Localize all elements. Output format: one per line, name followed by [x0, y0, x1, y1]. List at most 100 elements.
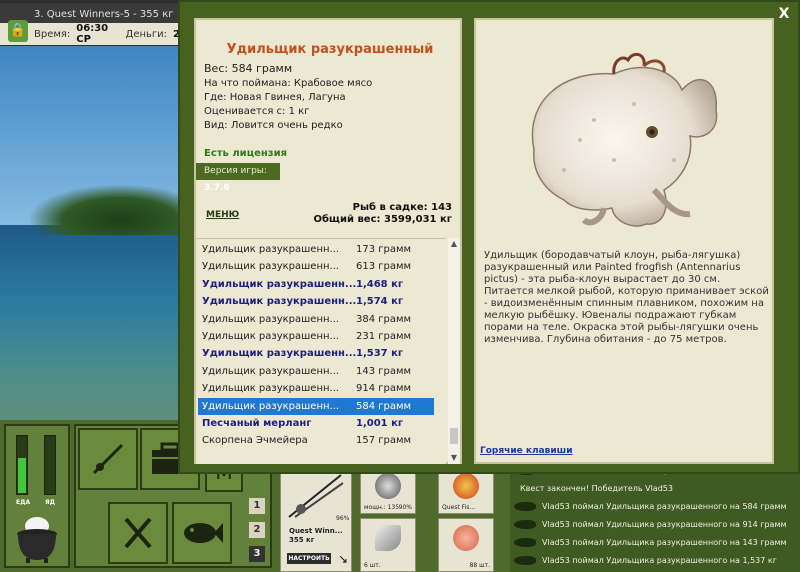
catch-name: Удильщик разукрашенн...: [202, 331, 340, 342]
catch-name: Удильщик разукрашенн...: [202, 365, 340, 377]
catch-row[interactable]: Удильщик разукрашенн... 1,574 кг: [198, 293, 434, 310]
log-entry: Vlad53 поймал Удильщика разукрашенного н…: [514, 534, 796, 551]
fish-icon: [184, 523, 223, 543]
hook-icon: [375, 525, 401, 551]
game-version: Версия игры: 3.7.6: [196, 163, 280, 193]
catch-weight: 613 грамм: [356, 261, 412, 273]
hook-count: 6 шт.: [364, 562, 381, 569]
catch-row[interactable]: Удильщик разукрашенн... 1,468 кг: [198, 276, 434, 293]
keepnet-stats: Рыб в садке: 143 Общий вес: 3599,031 кг: [313, 202, 452, 226]
catch-row[interactable]: Скорпена Эчмейера 157 грамм: [198, 432, 434, 449]
catch-weight: 231 грамм: [356, 331, 412, 342]
fish-icon: [514, 538, 536, 547]
tackle-weight: 355 кг: [289, 536, 315, 544]
fishing-rod-button[interactable]: [78, 428, 138, 490]
catch-name: Скорпена Эчмейера: [202, 435, 308, 447]
cauldron-icon[interactable]: [14, 512, 60, 564]
kitchen-button[interactable]: [108, 502, 168, 564]
catch-row[interactable]: Удильщик разукрашенн... 584 грамм: [198, 397, 434, 415]
log-text: Квест закончен! Победитель Vlad53: [520, 484, 673, 493]
tackle-percent: 96%: [336, 515, 350, 522]
catch-row[interactable]: Удильщик разукрашенн... 1,537 кг: [198, 345, 434, 362]
catch-row[interactable]: Удильщик разукрашенн... 173 грамм: [198, 241, 434, 258]
valued-from: Оценивается с: 1 кг: [204, 106, 310, 117]
log-entry: Vlad53 поймал Удильщика разукрашенного н…: [514, 516, 796, 533]
log-entry: Vlad53 поймал Удильщика разукрашенного н…: [514, 552, 796, 569]
fish-details-panel: Удильщик разукрашенный Вес: 584 грамм На…: [194, 18, 462, 464]
hotbar-slot-3[interactable]: 3: [249, 546, 265, 562]
catch-row[interactable]: Песчаный мерланг 1,001 кг: [198, 415, 434, 432]
close-button[interactable]: X: [776, 6, 792, 22]
rod-reel-icon: [288, 474, 344, 518]
tackle-name: Quest Winn...: [289, 527, 343, 535]
fish-name: Удильщик разукрашенный: [226, 42, 434, 57]
catch-name: Удильщик разукрашенн...: [202, 400, 340, 412]
scroll-thumb[interactable]: [450, 428, 458, 444]
catch-list: Удильщик разукрашенн... 173 грамм Удильщик…: [196, 238, 446, 464]
catch-row[interactable]: Удильщик разукрашенн... 231 грамм: [198, 328, 434, 345]
event-log: Vlad53 поймал Песчаного мерланга на 1,00…: [510, 458, 800, 572]
hook-slot[interactable]: 6 шт.: [360, 518, 416, 572]
time-value: 06:30 СР: [76, 23, 109, 45]
bait-slot[interactable]: 88 шт.: [438, 518, 494, 572]
hotbar-slot-2[interactable]: 2: [249, 522, 265, 538]
fork-knife-icon: [124, 517, 152, 549]
crab-meat-icon: [453, 525, 479, 551]
log-text: Vlad53 поймал Удильщика разукрашенного н…: [542, 520, 787, 529]
catch-weight: 1,537 кг: [356, 348, 404, 360]
log-text: Vlad53 поймал Удильщика разукрашенного н…: [542, 502, 787, 511]
line-spool-icon: [453, 473, 479, 499]
catch-name: Песчаный мерланг: [202, 418, 312, 429]
fish-catalog-button[interactable]: [172, 502, 232, 564]
hotkeys-link[interactable]: Горячие клавиши: [480, 446, 573, 456]
fish-kind: Вид: Ловится очень редко: [204, 120, 343, 131]
catch-weight: 384 грамм: [356, 313, 412, 325]
catch-name: Удильщик разукрашенн...: [202, 313, 340, 325]
poison-label: ЯД: [45, 499, 55, 506]
lock-icon[interactable]: 🔒: [8, 20, 28, 42]
fish-info-dialog: X Удильщик разукрашенный Вес: 584 грамм …: [178, 0, 800, 474]
scroll-up-icon[interactable]: ▲: [448, 238, 460, 250]
license-status: Есть лицензия: [204, 148, 288, 159]
money-label: Деньги:: [125, 28, 168, 40]
version-value: 3.7.6: [204, 183, 230, 193]
catch-weight: 173 грамм: [356, 244, 412, 255]
catch-weight: 143 грамм: [356, 365, 412, 377]
island: [30, 185, 180, 235]
top-hud: 3. Quest Winners-5 - 355 кг Время: 06:30…: [0, 0, 180, 46]
catch-name: Удильщик разукрашенн...: [202, 383, 340, 395]
food-gauge: [16, 435, 28, 495]
catch-weight: 914 грамм: [356, 383, 412, 395]
catch-list-scrollbar[interactable]: ▲ ▼: [448, 238, 460, 464]
log-entry: Квест закончен! Победитель Vlad53: [514, 480, 796, 497]
catch-name: Удильщик разукрашенн...: [202, 296, 356, 308]
hotbar-slot-1[interactable]: 1: [249, 498, 265, 514]
setup-button[interactable]: НАСТРОИТЬ: [287, 553, 331, 564]
log-text: Vlad53 поймал Удильщика разукрашенного н…: [542, 538, 787, 547]
line-name: Quest Fis...: [442, 504, 476, 511]
catch-name: Удильщик разукрашенн...: [202, 348, 356, 360]
catch-row[interactable]: Удильщик разукрашенн... 914 грамм: [198, 380, 434, 397]
food-label: ЕДА: [16, 499, 31, 506]
catch-row[interactable]: Удильщик разукрашенн... 384 грамм: [198, 311, 434, 328]
total-weight: Общий вес: 3599,031 кг: [313, 214, 452, 225]
fishing-rod-icon: [92, 443, 124, 475]
version-label: Версия игры:: [204, 166, 267, 176]
scroll-down-icon[interactable]: ▼: [448, 452, 460, 464]
catch-row[interactable]: Удильщик разукрашенн... 143 грамм: [198, 363, 434, 380]
poison-gauge: [44, 435, 56, 495]
log-text: Vlad53 поймал Удильщика разукрашенного н…: [542, 556, 777, 565]
catch-name: Удильщик разукрашенн...: [202, 244, 340, 255]
reel-power: мощн.: 135: [364, 504, 400, 511]
fish-icon: [514, 520, 536, 529]
log-entry: Vlad53 поймал Удильщика разукрашенного н…: [514, 498, 796, 515]
food-gauge-fill: [18, 458, 26, 493]
time-label: Время:: [34, 28, 71, 40]
fish-description-panel: Удильщик (бородавчатый клоун, рыба-лягуш…: [474, 18, 774, 464]
fish-icon: [514, 556, 536, 565]
menu-link[interactable]: МЕНЮ: [206, 210, 239, 220]
catch-name: Удильщик разукрашенн...: [202, 261, 340, 273]
catch-row[interactable]: Удильщик разукрашенн... 613 грамм: [198, 258, 434, 275]
catch-weight: 1,574 кг: [356, 296, 404, 308]
catch-name: Удильщик разукрашенн...: [202, 278, 356, 290]
